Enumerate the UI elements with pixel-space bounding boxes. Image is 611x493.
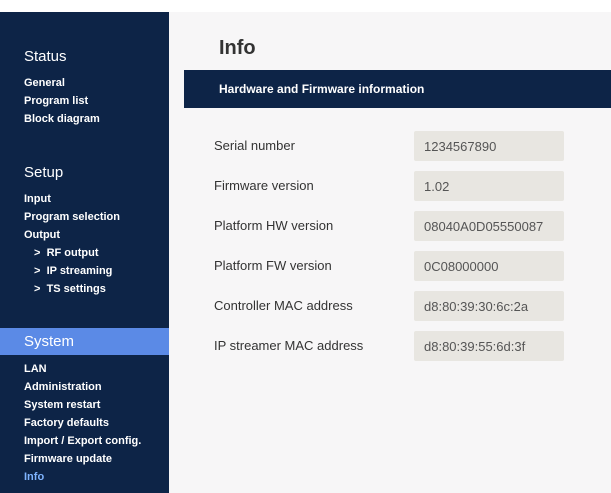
nav-subitem-label: IP streaming: [46, 265, 113, 277]
section-header-label: Hardware and Firmware information: [219, 82, 425, 96]
nav-item-administration[interactable]: Administration: [24, 381, 102, 393]
ip-streamer-mac-label: IP streamer MAC address: [214, 338, 364, 353]
controller-mac-label: Controller MAC address: [214, 298, 353, 313]
nav-item-program-list[interactable]: Program list: [24, 95, 88, 107]
controller-mac-value: d8:80:39:30:6c:2a: [414, 291, 564, 321]
nav-subitem-rf-output[interactable]: > RF output: [34, 247, 99, 259]
platform-hw-version-value: 08040A0D05550087: [414, 211, 564, 241]
main-content: Info Hardware and Firmware information S…: [169, 12, 611, 493]
page-title: Info: [219, 37, 256, 59]
serial-number-label: Serial number: [214, 138, 295, 153]
firmware-version-value: 1.02: [414, 171, 564, 201]
sidebar: Status General Program list Block diagra…: [0, 12, 169, 493]
section-header: Hardware and Firmware information: [184, 70, 611, 108]
platform-fw-version-label: Platform FW version: [214, 258, 332, 273]
nav-subitem-label: RF output: [46, 247, 99, 259]
chevron-right-icon: >: [34, 265, 41, 277]
ip-streamer-mac-value: d8:80:39:55:6d:3f: [414, 331, 564, 361]
nav-item-general[interactable]: General: [24, 77, 65, 89]
serial-number-value: 1234567890: [414, 131, 564, 161]
platform-hw-version-label: Platform HW version: [214, 218, 334, 233]
platform-fw-version-value: 0C08000000: [414, 251, 564, 281]
nav-item-program-selection[interactable]: Program selection: [24, 211, 120, 223]
section-title-system-label: System: [24, 333, 75, 350]
firmware-version-label: Firmware version: [214, 178, 314, 193]
chevron-right-icon: >: [34, 283, 41, 295]
nav-subitem-ip-streaming[interactable]: > IP streaming: [34, 265, 112, 277]
nav-item-input[interactable]: Input: [24, 193, 51, 205]
nav-item-lan[interactable]: LAN: [24, 363, 47, 375]
nav-item-block-diagram[interactable]: Block diagram: [24, 113, 100, 125]
nav-item-import-export-config[interactable]: Import / Export config.: [24, 435, 141, 447]
nav-subitem-ts-settings[interactable]: > TS settings: [34, 283, 106, 295]
chevron-right-icon: >: [34, 247, 41, 259]
section-title-status: Status: [24, 48, 67, 65]
nav-item-firmware-update[interactable]: Firmware update: [24, 453, 112, 465]
nav-item-info[interactable]: Info: [24, 471, 44, 483]
section-title-system[interactable]: System: [0, 328, 169, 355]
section-title-setup: Setup: [24, 164, 64, 181]
nav-item-factory-defaults[interactable]: Factory defaults: [24, 417, 109, 429]
nav-item-output[interactable]: Output: [24, 229, 60, 241]
nav-subitem-label: TS settings: [46, 283, 106, 295]
nav-item-system-restart[interactable]: System restart: [24, 399, 100, 411]
